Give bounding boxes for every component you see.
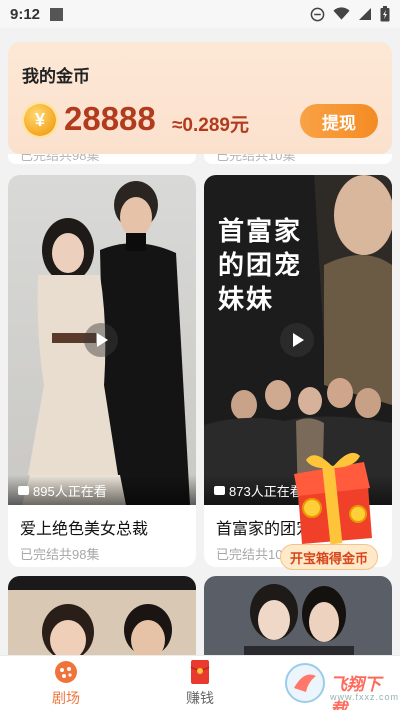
red-envelope-icon [190, 660, 210, 684]
coin-card-title: 我的金币 [22, 67, 90, 86]
previous-card-subtitle: 已完结共10集 [216, 154, 296, 163]
previous-card-left[interactable]: 已完结共98集 [8, 154, 196, 164]
drama-poster [8, 576, 196, 656]
drama-card[interactable] [8, 576, 196, 656]
tab-theater[interactable]: 剧场 [26, 656, 106, 710]
play-icon[interactable] [280, 323, 314, 357]
treasure-chest-label[interactable]: 开宝箱得金币 [280, 544, 378, 570]
drama-poster [204, 576, 392, 656]
coin-cash-value: ≈0.289元 [172, 115, 249, 136]
treasure-chest-widget[interactable]: 开宝箱得金币 [280, 452, 390, 574]
watermark-logo: 飞翔下载 www.fxxz.com [282, 662, 398, 710]
viewer-count-bar: 895人正在看 [8, 475, 196, 505]
coin-balance-card: 我的金币 ¥ 28888 ≈0.289元 提现 [8, 42, 392, 154]
tab-theater-label: 剧场 [52, 690, 80, 706]
status-icons [310, 6, 390, 22]
do-not-disturb-icon [310, 7, 325, 21]
camera-icon [18, 485, 29, 495]
battery-icon [380, 6, 390, 22]
viewer-count: 895人正在看 [33, 483, 107, 499]
camera-icon [214, 485, 225, 495]
wifi-icon [333, 7, 350, 20]
play-icon[interactable] [84, 323, 118, 357]
notification-icon [50, 7, 64, 21]
status-time: 9:12 [10, 5, 41, 23]
drama-card[interactable]: 895人正在看 爱上绝色美女总裁 已完结共98集 [8, 175, 196, 567]
drama-episodes: 已完结共98集 [20, 547, 100, 562]
drama-card[interactable] [204, 576, 392, 656]
coin-icon: ¥ [22, 102, 58, 138]
tab-earn-label: 赚钱 [186, 690, 214, 706]
drama-title: 爱上绝色美女总裁 [20, 521, 149, 538]
signal-icon [359, 8, 371, 20]
watermark-url: www.fxxz.com [330, 692, 400, 702]
tab-earn[interactable]: 赚钱 [160, 656, 240, 710]
poster-title-text: 首富家的团宠妹妹 [218, 217, 303, 315]
watermark-icon [285, 663, 325, 703]
theater-icon [55, 661, 77, 683]
withdraw-button[interactable]: 提现 [300, 104, 378, 138]
coin-amount: 28888 [64, 100, 156, 137]
watermark-text: 飞翔下载 [330, 675, 381, 710]
treasure-chest-icon [294, 452, 372, 545]
status-bar: 9:12 [0, 0, 400, 28]
previous-card-right[interactable]: 已完结共10集 [204, 154, 392, 164]
previous-card-subtitle: 已完结共98集 [20, 154, 100, 163]
